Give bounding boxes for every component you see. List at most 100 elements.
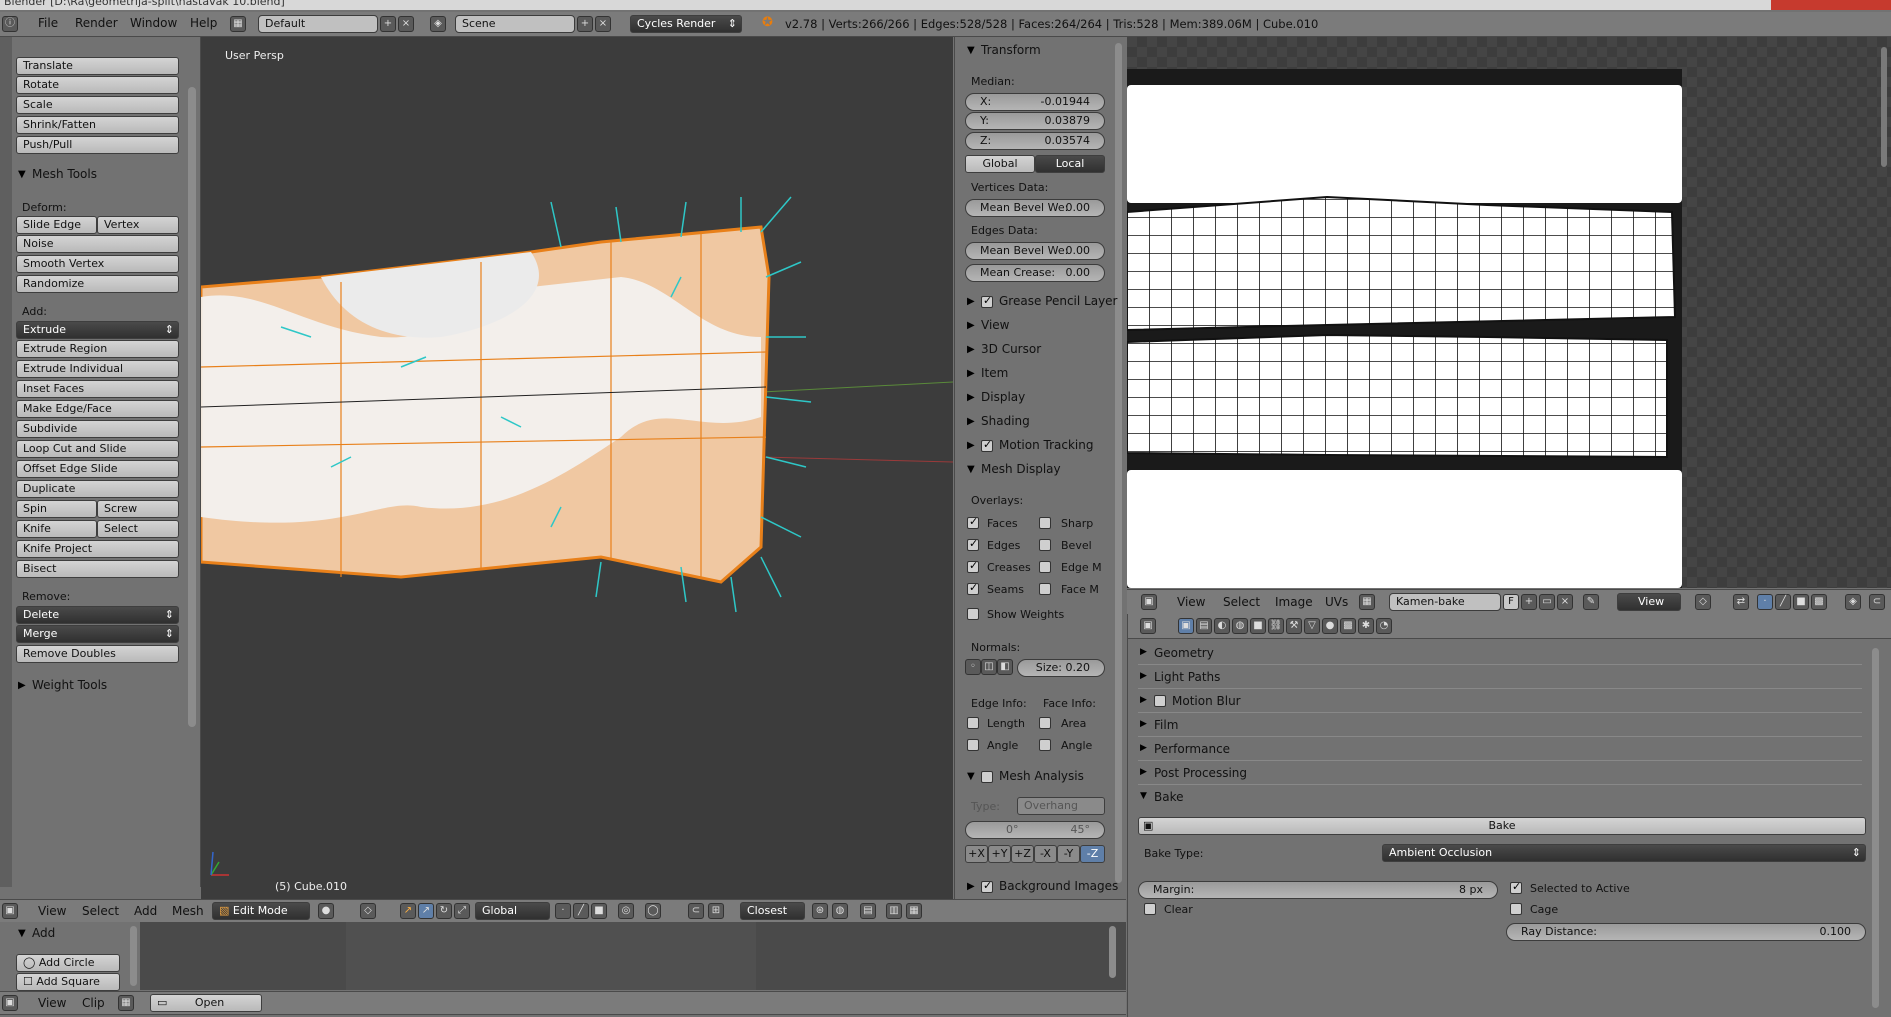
clip-area-scrollbar[interactable]: [1109, 926, 1116, 978]
bevel-checkbox[interactable]: [1039, 539, 1051, 551]
material-tab-icon[interactable]: ●: [1322, 618, 1338, 634]
shrink-fatten-button[interactable]: Shrink/Fatten: [16, 116, 179, 134]
collapse-triangle-icon[interactable]: ▼: [18, 169, 26, 180]
subdivide-button[interactable]: Subdivide: [16, 420, 179, 438]
rotate-button[interactable]: Rotate: [16, 76, 179, 94]
edge-angle-checkbox[interactable]: [967, 739, 979, 751]
edge-select-icon[interactable]: ╱: [573, 903, 589, 919]
constraints-tab-icon[interactable]: ⛓: [1268, 618, 1284, 634]
snap-element-icon[interactable]: ⊞: [708, 903, 724, 919]
physics-tab-icon[interactable]: ◔: [1376, 618, 1392, 634]
baked-image-canvas[interactable]: [1127, 37, 1891, 588]
background-images-checkbox[interactable]: [981, 879, 993, 893]
uv-island-upper[interactable]: [1127, 195, 1677, 332]
randomize-button[interactable]: Randomize: [16, 275, 179, 293]
mesh-analysis-title[interactable]: Mesh Analysis: [999, 769, 1084, 783]
opengl-anim-icon[interactable]: ▥: [886, 903, 902, 919]
bake-type-selector[interactable]: Ambient Occlusion ⇕: [1382, 844, 1866, 862]
collapse-triangle-icon[interactable]: ▼: [18, 928, 26, 939]
uv-menu-uvs[interactable]: UVs: [1325, 595, 1348, 609]
menu-file[interactable]: File: [38, 16, 58, 30]
mesh-display-title[interactable]: Mesh Display: [981, 462, 1061, 476]
creases-checkbox[interactable]: [967, 559, 979, 573]
scene-selector[interactable]: Scene: [455, 15, 575, 33]
vertex-select-icon[interactable]: ·: [555, 903, 571, 919]
face-select-icon[interactable]: ■: [591, 903, 607, 919]
expand-triangle-icon[interactable]: ▶: [967, 368, 975, 379]
editor-type-icon[interactable]: ▣: [2, 903, 18, 919]
mean-bevel-edge-field[interactable]: Mean Bevel We: 0.00: [965, 242, 1105, 260]
render-layers-tab-icon[interactable]: ▤: [1196, 618, 1212, 634]
scene-icon[interactable]: ◈: [430, 16, 446, 32]
viewport-shading-icon[interactable]: ●: [318, 903, 334, 919]
tool-tabs-strip[interactable]: [0, 37, 12, 887]
inset-faces-button[interactable]: Inset Faces: [16, 380, 179, 398]
occlude-geometry-icon[interactable]: ◎: [618, 903, 634, 919]
loop-cut-button[interactable]: Loop Cut and Slide: [16, 440, 179, 458]
scale-manipulator-icon[interactable]: ⤢: [454, 903, 470, 919]
geometry-section[interactable]: ▶ Geometry: [1138, 644, 1862, 665]
scene-tab-icon[interactable]: ◐: [1214, 618, 1230, 634]
manipulator-icon[interactable]: ↗: [400, 903, 416, 919]
expand-triangle-icon[interactable]: ▶: [967, 320, 975, 331]
median-x-field[interactable]: X: -0.01944: [965, 93, 1105, 111]
viewport-menu-mesh[interactable]: Mesh: [172, 904, 204, 918]
global-toggle[interactable]: Global: [965, 155, 1035, 173]
extrude-region-button[interactable]: Extrude Region: [16, 340, 179, 358]
make-edge-face-button[interactable]: Make Edge/Face: [16, 400, 179, 418]
margin-field[interactable]: Margin: 8 px: [1138, 881, 1498, 899]
grease-pencil-checkbox[interactable]: [981, 294, 993, 308]
normals-size-field[interactable]: Size: 0.20: [1017, 659, 1105, 677]
menu-help[interactable]: Help: [190, 16, 217, 30]
sharp-checkbox[interactable]: [1039, 517, 1051, 529]
snap-target-selector[interactable]: Closest: [740, 902, 805, 920]
modifiers-tab-icon[interactable]: ⚒: [1286, 618, 1302, 634]
show-weights-checkbox[interactable]: [967, 608, 979, 620]
uv-sticky-icon[interactable]: ◈: [1845, 594, 1861, 610]
tool-shelf-scrollbar[interactable]: [188, 87, 196, 727]
faces-checkbox[interactable]: [967, 515, 979, 529]
face-normals-icon[interactable]: ◧: [997, 659, 1013, 675]
knife-select-button[interactable]: Select: [97, 520, 179, 538]
weight-tools-title[interactable]: Weight Tools: [32, 678, 107, 692]
light-paths-section[interactable]: ▶ Light Paths: [1138, 668, 1862, 689]
bisect-button[interactable]: Bisect: [16, 560, 179, 578]
clip-browse-icon[interactable]: ▦: [118, 995, 134, 1011]
clear-checkbox[interactable]: [1144, 903, 1156, 915]
uv-island-lower[interactable]: [1127, 333, 1668, 459]
image-browse-icon[interactable]: ▦: [1359, 594, 1375, 610]
clip-editor-type-icon[interactable]: ▣: [2, 995, 18, 1011]
noise-button[interactable]: Noise: [16, 235, 179, 253]
bake-section[interactable]: ▼ Bake: [1138, 788, 1862, 808]
push-pull-button[interactable]: Push/Pull: [16, 136, 179, 154]
object-tab-icon[interactable]: ■: [1250, 618, 1266, 634]
screw-button[interactable]: Screw: [97, 500, 179, 518]
uv-image-editor[interactable]: [1127, 37, 1891, 588]
face-angle-checkbox[interactable]: [1039, 739, 1051, 751]
3d-cursor-title[interactable]: 3D Cursor: [981, 342, 1041, 356]
render-icon[interactable]: ▦: [906, 903, 922, 919]
analysis-angle-range[interactable]: 0° 45°: [965, 821, 1105, 839]
mesh-object[interactable]: [201, 37, 953, 899]
properties-editor-type-icon[interactable]: ▣: [1140, 618, 1156, 634]
texture-tab-icon[interactable]: ▩: [1340, 618, 1356, 634]
sync-selection-icon[interactable]: ⇄: [1733, 594, 1749, 610]
duplicate-button[interactable]: Duplicate: [16, 480, 179, 498]
add-circle-button[interactable]: ◯ Add Circle: [16, 954, 120, 972]
edge-length-checkbox[interactable]: [967, 717, 979, 729]
clip-menu-clip[interactable]: Clip: [82, 996, 105, 1010]
loop-normals-icon[interactable]: ◫: [981, 659, 997, 675]
add-scene-icon[interactable]: +: [577, 16, 593, 32]
collapse-triangle-icon[interactable]: ▼: [967, 771, 975, 782]
slide-vertex-button[interactable]: Vertex: [97, 216, 179, 234]
remove-layout-icon[interactable]: ×: [398, 16, 414, 32]
film-section[interactable]: ▶ Film: [1138, 716, 1862, 737]
axis-minus-z-button[interactable]: -Z: [1080, 845, 1105, 863]
grease-pencil-title[interactable]: Grease Pencil Layer: [999, 294, 1118, 308]
spin-button[interactable]: Spin: [16, 500, 97, 518]
mode-selector[interactable]: ▧ Edit Mode: [212, 902, 310, 920]
n-panel-scrollbar[interactable]: [1115, 43, 1122, 883]
motion-tracking-title[interactable]: Motion Tracking: [999, 438, 1093, 452]
expand-triangle-icon[interactable]: ▶: [967, 392, 975, 403]
expand-triangle-icon[interactable]: ▶: [967, 881, 975, 892]
